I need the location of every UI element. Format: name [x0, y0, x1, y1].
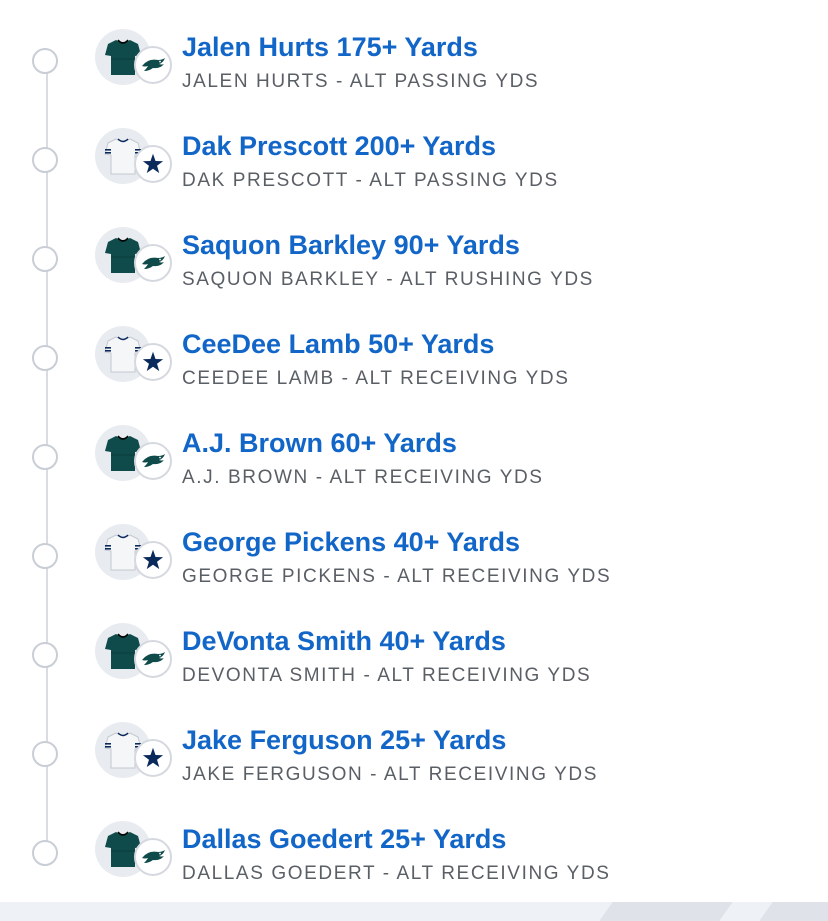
leg-subtitle: DEVONTA SMITH - ALT RECEIVING YDS — [182, 665, 592, 686]
timeline-node-icon — [32, 246, 58, 272]
footer-bar — [0, 902, 828, 921]
footer-decoration — [745, 902, 828, 921]
timeline-node-icon — [32, 741, 58, 767]
leg-subtitle: JAKE FERGUSON - ALT RECEIVING YDS — [182, 764, 598, 785]
leg-subtitle: DALLAS GOEDERT - ALT RECEIVING YDS — [182, 863, 611, 884]
timeline-node-icon — [32, 444, 58, 470]
leg-title[interactable]: Jalen Hurts 175+ Yards — [182, 31, 478, 63]
leg-title[interactable]: A.J. Brown 60+ Yards — [182, 427, 457, 459]
timeline-node-icon — [32, 543, 58, 569]
leg-subtitle: GEORGE PICKENS - ALT RECEIVING YDS — [182, 566, 612, 587]
leg-subtitle: A.J. BROWN - ALT RECEIVING YDS — [182, 467, 544, 488]
parlay-leg-row[interactable]: Jalen Hurts 175+ Yards JALEN HURTS - ALT… — [0, 12, 828, 111]
cowboys-star-icon — [134, 145, 172, 183]
parlay-leg-row[interactable]: Dak Prescott 200+ Yards DAK PRESCOTT - A… — [0, 111, 828, 210]
leg-title[interactable]: George Pickens 40+ Yards — [182, 526, 520, 558]
parlay-leg-row[interactable]: A.J. Brown 60+ Yards A.J. BROWN - ALT RE… — [0, 408, 828, 507]
leg-title[interactable]: DeVonta Smith 40+ Yards — [182, 625, 506, 657]
timeline-node-icon — [32, 345, 58, 371]
eagles-logo-icon — [134, 244, 172, 282]
timeline-node-icon — [32, 840, 58, 866]
parlay-leg-row[interactable]: Dallas Goedert 25+ Yards DALLAS GOEDERT … — [0, 804, 828, 903]
leg-title[interactable]: Jake Ferguson 25+ Yards — [182, 724, 506, 756]
parlay-leg-row[interactable]: Jake Ferguson 25+ Yards JAKE FERGUSON - … — [0, 705, 828, 804]
cowboys-star-icon — [134, 541, 172, 579]
leg-subtitle: SAQUON BARKLEY - ALT RUSHING YDS — [182, 269, 594, 290]
leg-title[interactable]: CeeDee Lamb 50+ Yards — [182, 328, 494, 360]
leg-title[interactable]: Saquon Barkley 90+ Yards — [182, 229, 520, 261]
leg-title[interactable]: Dak Prescott 200+ Yards — [182, 130, 496, 162]
parlay-leg-row[interactable]: Saquon Barkley 90+ Yards SAQUON BARKLEY … — [0, 210, 828, 309]
cowboys-star-icon — [134, 343, 172, 381]
cowboys-star-icon — [134, 739, 172, 777]
parlay-leg-row[interactable]: CeeDee Lamb 50+ Yards CEEDEE LAMB - ALT … — [0, 309, 828, 408]
eagles-logo-icon — [134, 838, 172, 876]
leg-subtitle: CEEDEE LAMB - ALT RECEIVING YDS — [182, 368, 570, 389]
parlay-leg-row[interactable]: George Pickens 40+ Yards GEORGE PICKENS … — [0, 507, 828, 606]
leg-subtitle: DAK PRESCOTT - ALT PASSING YDS — [182, 170, 559, 191]
eagles-logo-icon — [134, 442, 172, 480]
footer-decoration — [585, 902, 735, 921]
eagles-logo-icon — [134, 46, 172, 84]
parlay-leg-row[interactable]: DeVonta Smith 40+ Yards DEVONTA SMITH - … — [0, 606, 828, 705]
eagles-logo-icon — [134, 640, 172, 678]
leg-title[interactable]: Dallas Goedert 25+ Yards — [182, 823, 506, 855]
timeline-node-icon — [32, 147, 58, 173]
timeline-node-icon — [32, 642, 58, 668]
leg-subtitle: JALEN HURTS - ALT PASSING YDS — [182, 71, 540, 92]
timeline-node-icon — [32, 48, 58, 74]
